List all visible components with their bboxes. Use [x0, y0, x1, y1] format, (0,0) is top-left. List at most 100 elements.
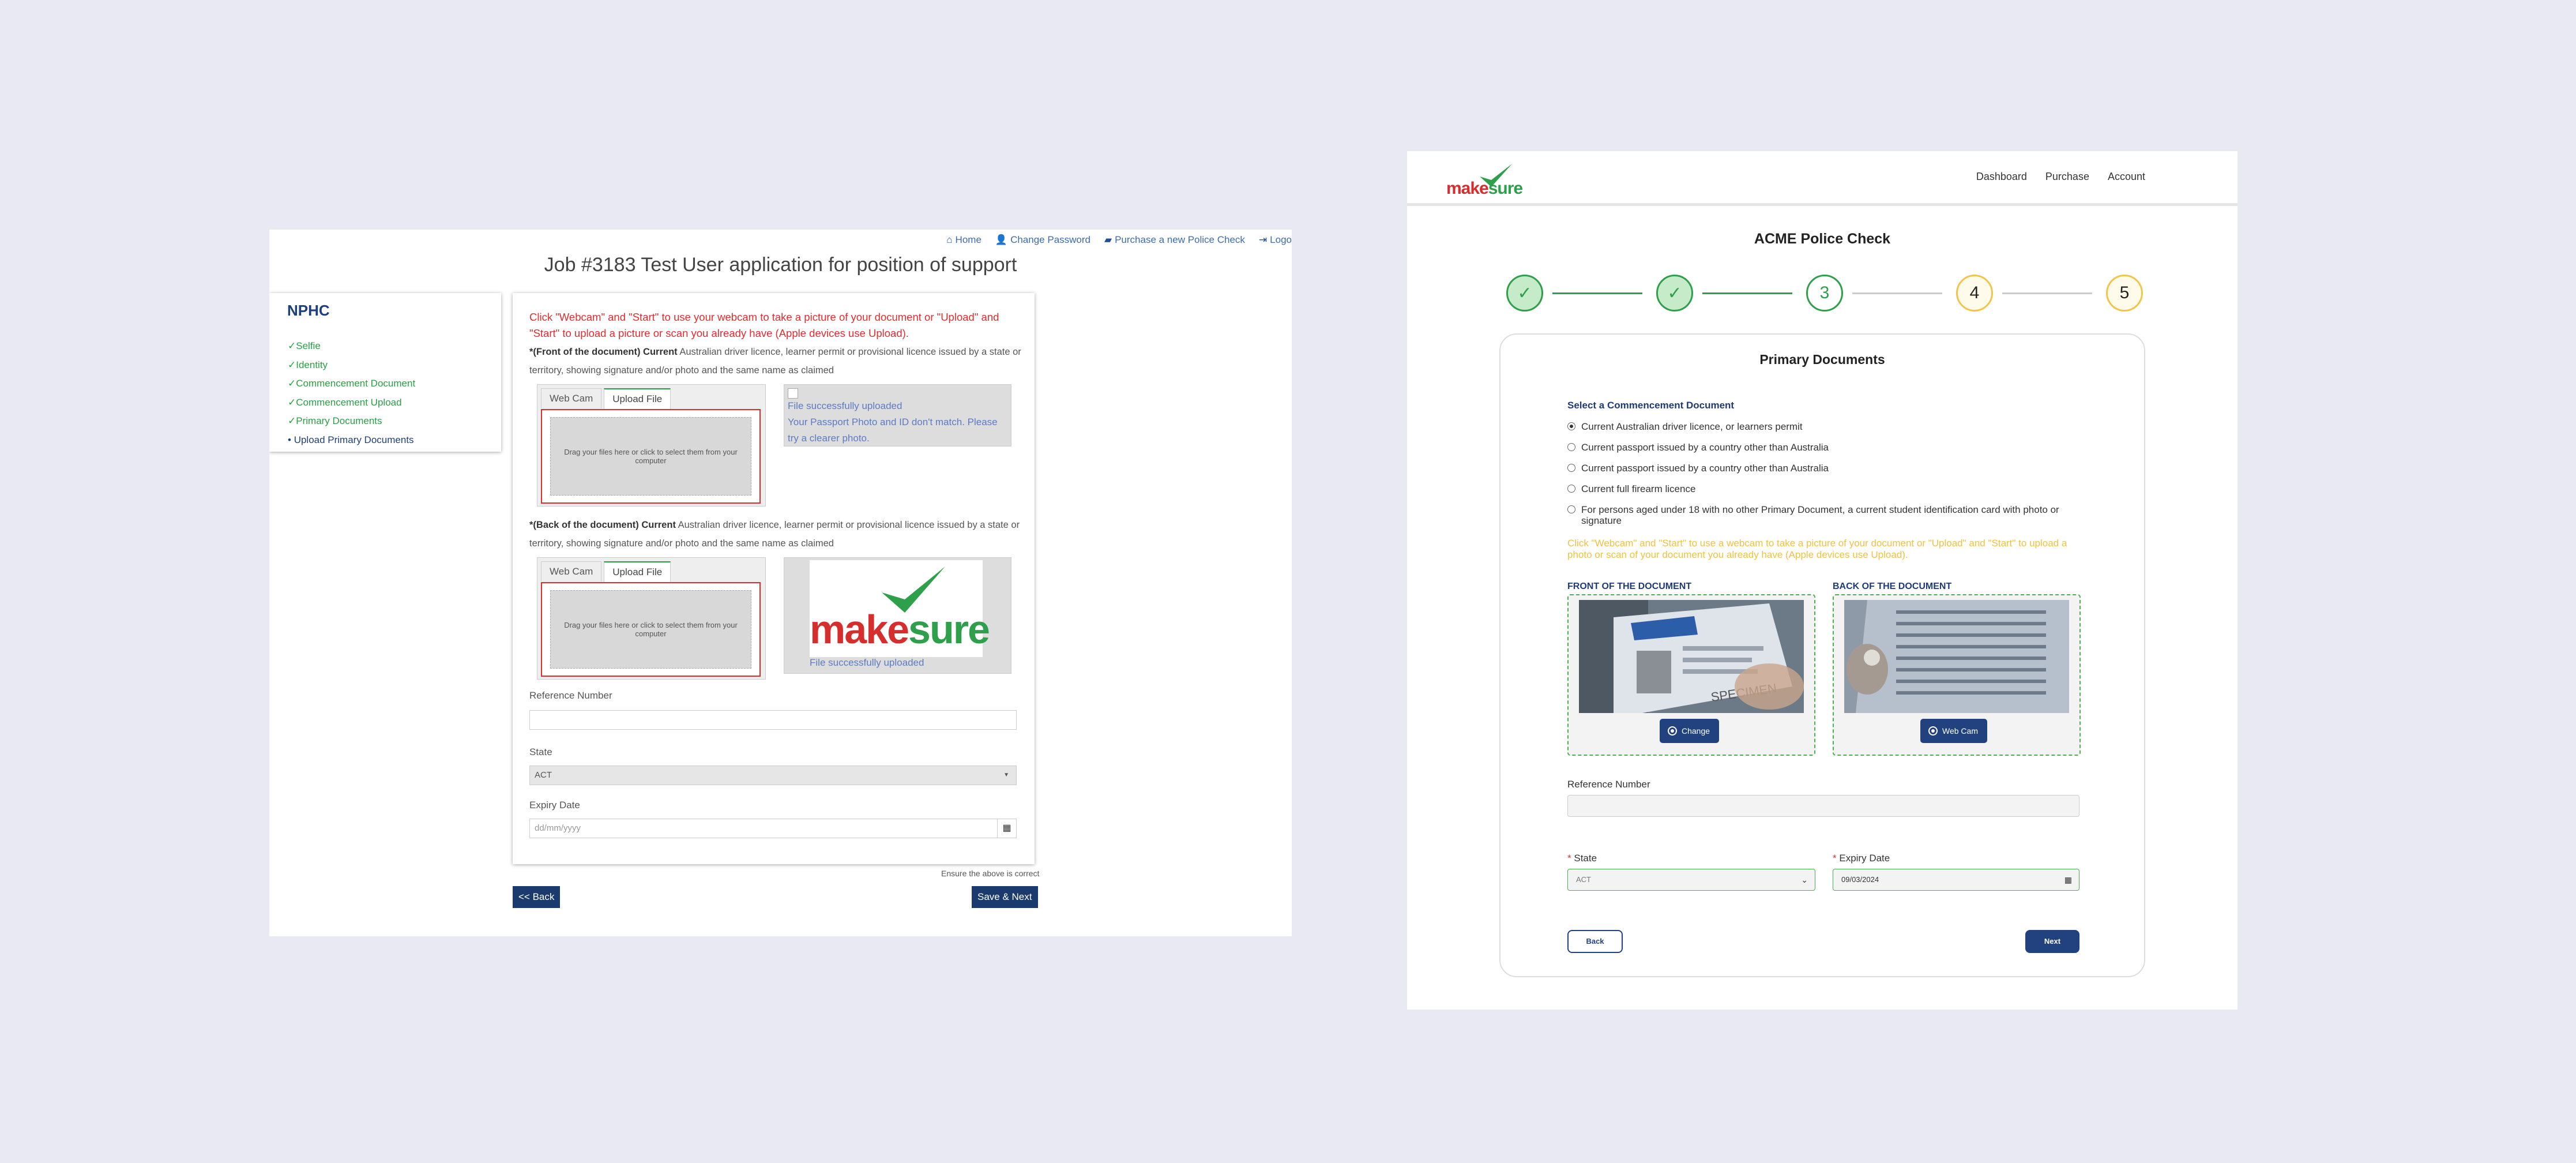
chevron-down-icon: ⌄ [1801, 875, 1808, 884]
stepper-connector [2002, 292, 2092, 294]
calendar-icon[interactable]: ▦ [997, 819, 1016, 838]
back-tab-upload[interactable]: Upload File [604, 561, 671, 582]
old-ui-screenshot: ⌂ Home 👤 Change Password ▰ Purchase a new P… [269, 230, 1292, 936]
nav-change-password[interactable]: 👤 Change Password [995, 234, 1090, 246]
user-icon: 👤 [995, 234, 1008, 245]
front-dropzone[interactable]: Drag your files here or click to select … [550, 417, 751, 496]
state-select[interactable]: ACT ⌄ [1567, 869, 1815, 891]
menu-dashboard[interactable]: Dashboard [1976, 171, 2027, 183]
reference-input[interactable] [1567, 795, 2079, 817]
logo-make-text: make [1446, 179, 1489, 198]
front-tab-upload[interactable]: Upload File [604, 388, 671, 409]
front-upload-status: File successfully uploaded [788, 400, 902, 411]
header: makesure Dashboard Purchase Account [1407, 151, 2237, 206]
nav-logout[interactable]: ⇥ Logo [1259, 234, 1292, 246]
reference-label: Reference Number [1567, 779, 1650, 790]
back-tab-webcam[interactable]: Web Cam [541, 561, 602, 582]
front-match-error: Your Passport Photo and ID don't match. … [788, 417, 998, 444]
primary-documents-card: Primary Documents Select a Commencement … [1499, 333, 2145, 977]
back-button[interactable]: << Back [513, 886, 561, 908]
step-1[interactable]: ✓ [1506, 275, 1543, 312]
broken-image-icon [788, 388, 798, 399]
page-title: ACME Police Check [1754, 231, 1891, 247]
back-upload-panel: Web Cam Upload File Drag your files here… [537, 557, 766, 680]
sidebar-item-primary-documents[interactable]: ✓Primary Documents [288, 412, 415, 431]
front-document-label: FRONT OF THE DOCUMENT [1567, 582, 1692, 591]
back-upload-tabs: Web Cam Upload File [541, 561, 671, 582]
caret-down-icon: ▼ [1003, 772, 1009, 778]
radio-icon[interactable] [1567, 464, 1575, 472]
front-licence-photo: SPECIMEN [1579, 600, 1804, 713]
sidebar-item-selfie[interactable]: ✓Selfie [288, 337, 415, 356]
front-tab-webcam[interactable]: Web Cam [541, 388, 602, 408]
front-drop-wrap: Drag your files here or click to select … [541, 409, 761, 504]
back-button[interactable]: Back [1567, 930, 1623, 953]
stepper-connector [1852, 292, 1942, 294]
document-options: Current Australian driver licence, or le… [1567, 421, 2086, 536]
expiry-label: * Expiry Date [1833, 853, 1890, 864]
ensure-note: Ensure the above is correct [941, 869, 1040, 878]
logout-icon: ⇥ [1258, 234, 1268, 245]
sidebar-list: ✓Selfie ✓Identity ✓Commencement Document… [288, 337, 415, 449]
front-description: *(Front of the document) Current Austral… [529, 347, 1021, 376]
progress-stepper: ✓ ✓ 3 4 5 [1506, 275, 2143, 314]
document-option[interactable]: Current Australian driver licence, or le… [1567, 421, 2086, 432]
document-option[interactable]: Current passport issued by a country oth… [1567, 463, 2086, 474]
radio-icon[interactable] [1567, 505, 1575, 513]
back-document-label: BACK OF THE DOCUMENT [1833, 582, 1952, 591]
main-menu: Dashboard Purchase Account [1976, 171, 2145, 183]
makesure-logo[interactable]: makesure [1446, 163, 1527, 198]
top-nav: ⌂ Home 👤 Change Password ▰ Purchase a new P… [946, 234, 1292, 246]
step-2[interactable]: ✓ [1656, 275, 1693, 312]
step-4: 4 [1956, 275, 1993, 312]
radio-selected-icon[interactable] [1567, 422, 1575, 430]
document-option[interactable]: Current full firearm licence [1567, 483, 2086, 494]
sidebar-item-commencement-upload[interactable]: ✓Commencement Upload [288, 393, 415, 412]
job-title: Job #3183 Test User application for posi… [544, 254, 1017, 276]
sidebar-title: NPHC [287, 302, 330, 319]
sidebar-item-identity[interactable]: ✓Identity [288, 356, 415, 375]
nav-purchase[interactable]: ▰ Purchase a new Police Check [1104, 234, 1245, 246]
select-document-label: Select a Commencement Document [1567, 400, 1735, 411]
back-drop-wrap: Drag your files here or click to select … [541, 582, 761, 677]
state-label: State [529, 746, 552, 757]
webcam-warning: Click "Webcam" and "Start" to use your w… [529, 311, 999, 339]
back-status-box: makesure File successfully uploaded [784, 557, 1011, 674]
folder-open-icon: ▰ [1104, 234, 1112, 245]
state-select[interactable]: ACT ▼ [529, 766, 1017, 785]
calendar-icon[interactable]: ▦ [2064, 869, 2072, 890]
logo-make-text: make [810, 607, 909, 652]
next-button[interactable]: Next [2025, 930, 2079, 953]
webcam-button[interactable]: Web Cam [1920, 719, 1987, 743]
step-5: 5 [2106, 275, 2143, 312]
webcam-icon [1928, 726, 1938, 736]
step-3[interactable]: 3 [1806, 275, 1843, 312]
logo-sure-text: sure [1488, 179, 1523, 198]
back-dropzone[interactable]: Drag your files here or click to select … [550, 590, 751, 669]
new-ui-screenshot: makesure Dashboard Purchase Account ACME… [1407, 151, 2237, 1010]
reference-input[interactable] [529, 710, 1017, 730]
logo-sure-text: sure [908, 607, 990, 652]
back-upload-status: File successfully uploaded [810, 657, 924, 668]
document-option[interactable]: For persons aged under 18 with no other … [1567, 504, 2086, 526]
nav-home[interactable]: ⌂ Home [946, 234, 981, 246]
save-next-button[interactable]: Save & Next [972, 886, 1038, 908]
sidebar-item-commencement-document[interactable]: ✓Commencement Document [288, 374, 415, 393]
back-document-box: Web Cam [1833, 594, 2081, 756]
stepper-connector [1702, 292, 1792, 294]
sidebar-item-upload-primary-documents[interactable]: • Upload Primary Documents [288, 431, 415, 450]
front-upload-tabs: Web Cam Upload File [541, 388, 671, 409]
back-description: *(Back of the document) Current Australi… [529, 520, 1020, 549]
reference-label: Reference Number [529, 690, 612, 701]
expiry-label: Expiry Date [529, 800, 580, 811]
stepper-connector [1552, 292, 1642, 294]
expiry-input[interactable]: dd/mm/yyyy ▦ [529, 819, 1017, 838]
change-button[interactable]: Change [1660, 719, 1720, 743]
expiry-input[interactable]: 09/03/2024 ▦ [1833, 869, 2079, 891]
radio-icon[interactable] [1567, 443, 1575, 451]
front-status-box: File successfully uploaded Your Passport… [784, 384, 1011, 447]
document-option[interactable]: Current passport issued by a country oth… [1567, 442, 2086, 453]
menu-account[interactable]: Account [2108, 171, 2145, 183]
radio-icon[interactable] [1567, 485, 1575, 493]
menu-purchase[interactable]: Purchase [2045, 171, 2089, 183]
